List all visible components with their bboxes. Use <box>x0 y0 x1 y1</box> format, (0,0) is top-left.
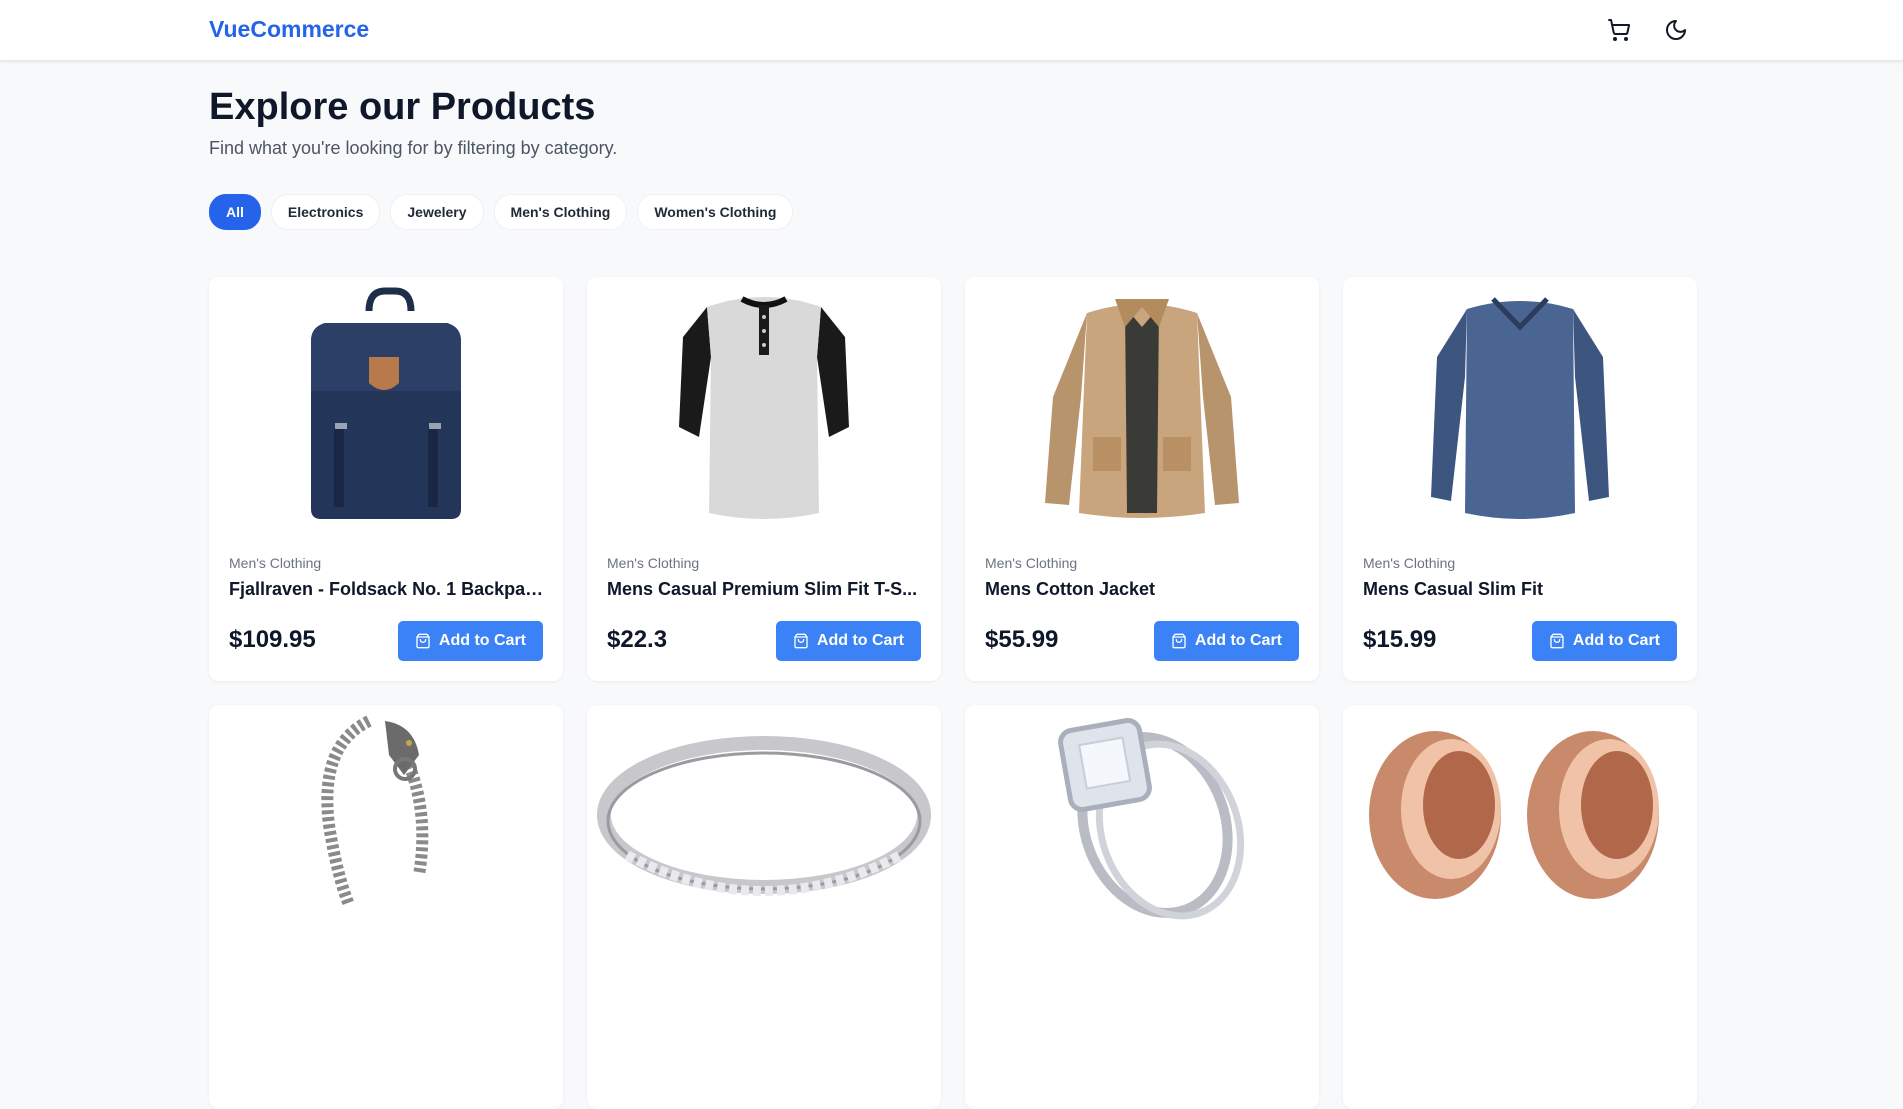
product-image-shirt <box>679 296 849 519</box>
product-image-jacket <box>1045 299 1239 518</box>
filter-all[interactable]: All <box>209 194 261 230</box>
add-to-cart-button[interactable]: Add to Cart <box>397 621 543 661</box>
shopping-cart-icon <box>1608 19 1631 41</box>
add-to-cart-label: Add to Cart <box>438 632 526 649</box>
product-category: Men's Clothing <box>607 555 700 571</box>
product-image-backpack <box>311 287 461 519</box>
add-to-cart-label: Add to Cart <box>1194 632 1282 649</box>
product-title[interactable]: Mens Casual Slim Fit <box>1363 579 1681 600</box>
product-image-long-sleeve <box>1431 297 1609 519</box>
product-category: Men's Clothing <box>1363 555 1456 571</box>
brand-logo[interactable]: VueCommerce <box>209 16 369 43</box>
add-to-cart-button[interactable]: Add to Cart <box>775 621 921 661</box>
filter-electronics[interactable]: Electronics <box>270 194 381 230</box>
product-category: Men's Clothing <box>985 555 1078 571</box>
moon-icon <box>1666 20 1686 40</box>
product-title[interactable]: Mens Casual Premium Slim Fit T-S... <box>607 579 925 600</box>
product-title[interactable]: Fjallraven - Foldsack No. 1 Backpac... <box>229 579 547 600</box>
top-navbar: VueCommerce <box>0 0 1903 61</box>
add-to-cart-label: Add to Cart <box>1572 632 1660 649</box>
shopping-bag-icon <box>416 633 430 649</box>
product-price: $55.99 <box>985 626 1059 653</box>
filter-mens-clothing[interactable]: Men's Clothing <box>493 194 628 230</box>
filter-womens-clothing[interactable]: Women's Clothing <box>637 194 794 230</box>
product-card[interactable] <box>1343 705 1697 1109</box>
add-to-cart-button[interactable]: Add to Cart <box>1153 621 1299 661</box>
theme-toggle-button[interactable] <box>1658 12 1694 48</box>
add-to-cart-label: Add to Cart <box>816 632 904 649</box>
product-title[interactable]: Mens Cotton Jacket <box>985 579 1303 600</box>
page-subtitle: Find what you're looking for by filterin… <box>209 138 618 158</box>
product-image-bracelet <box>321 715 429 908</box>
product-price: $109.95 <box>229 626 316 653</box>
product-image-diamond-ring <box>1058 718 1245 920</box>
page-title: Explore our Products <box>209 86 596 128</box>
shopping-bag-icon <box>794 633 808 649</box>
filter-jewelery[interactable]: Jewelery <box>390 194 484 230</box>
category-filters: All Electronics Jewelery Men's Clothing … <box>209 194 794 230</box>
shopping-bag-icon <box>1172 633 1186 649</box>
product-image-tunnel-plugs <box>1369 731 1659 899</box>
product-card[interactable]: Men's Clothing Fjallraven - Foldsack No.… <box>209 277 563 681</box>
product-card[interactable]: Men's Clothing Mens Cotton Jacket $55.99… <box>965 277 1319 681</box>
product-card[interactable] <box>209 705 563 1109</box>
product-card[interactable]: Men's Clothing Mens Casual Premium Slim … <box>587 277 941 681</box>
product-card[interactable]: Men's Clothing Mens Casual Slim Fit $15.… <box>1343 277 1697 681</box>
product-image-ring <box>597 736 931 896</box>
shopping-bag-icon <box>1550 633 1564 649</box>
cart-button[interactable] <box>1601 12 1637 48</box>
add-to-cart-button[interactable]: Add to Cart <box>1531 621 1677 661</box>
product-card[interactable] <box>965 705 1319 1109</box>
product-category: Men's Clothing <box>229 555 322 571</box>
product-price: $15.99 <box>1363 626 1437 653</box>
product-price: $22.3 <box>607 626 668 653</box>
product-card[interactable] <box>587 705 941 1109</box>
